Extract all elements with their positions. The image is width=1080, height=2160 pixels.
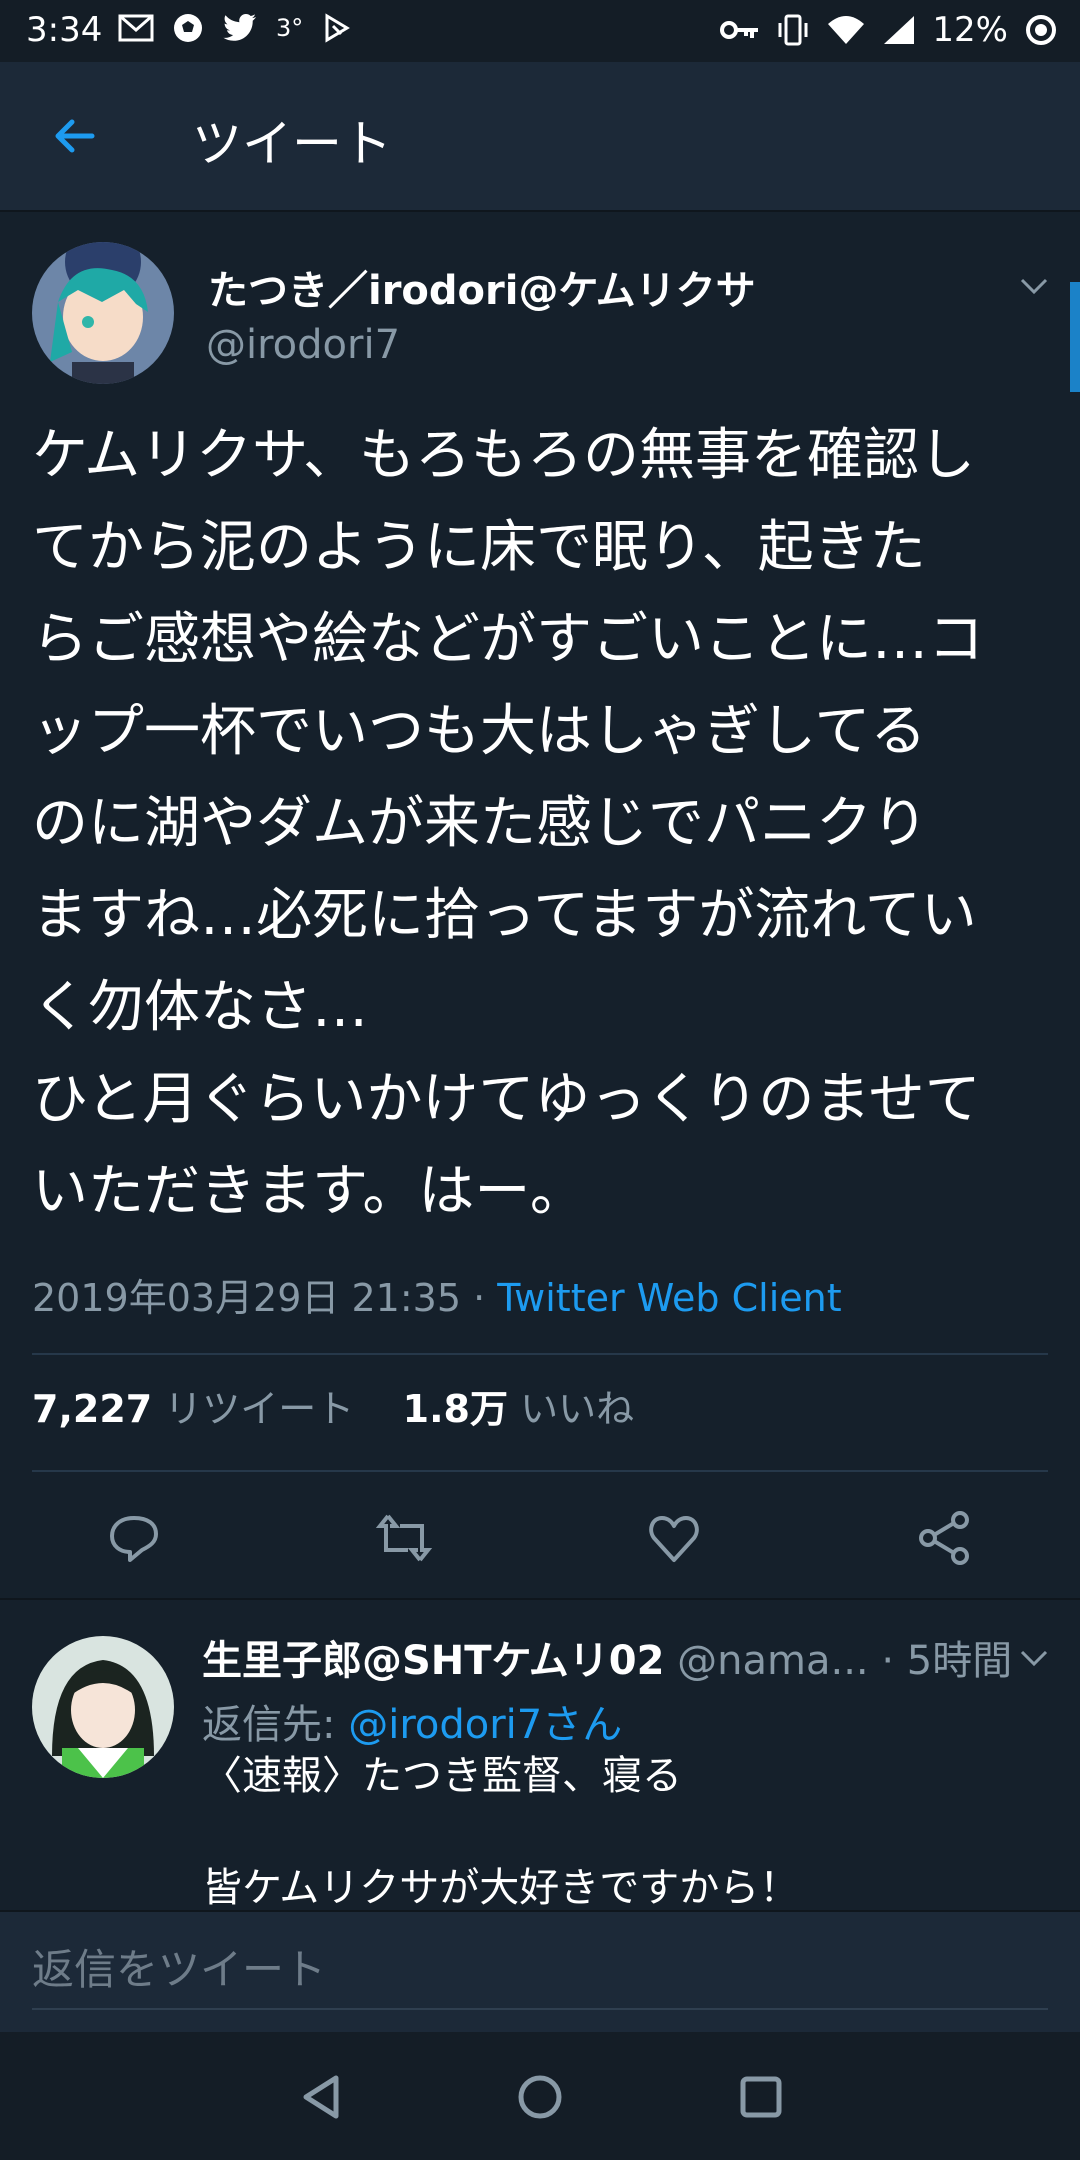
status-time: 3:34 — [26, 10, 103, 50]
app-bar: ツイート — [0, 62, 1080, 212]
nav-home-icon[interactable] — [515, 2072, 565, 2122]
nav-back-icon[interactable] — [296, 2072, 346, 2122]
author-handle[interactable]: @irodori7 — [206, 322, 400, 368]
author-name[interactable]: たつき／irodori@ケムリクサ — [208, 258, 756, 316]
tweet-text: ケムリクサ、もろもろの無事を確認し てから泥のように床で眠り、起きた らご感想や… — [32, 423, 984, 1224]
system-nav-bar — [0, 2032, 1080, 2160]
status-bar: 3:34 3° 12% — [0, 0, 1080, 62]
vibrate-icon — [778, 14, 808, 46]
avatar[interactable] — [32, 242, 174, 384]
gmail-icon — [118, 14, 154, 42]
reply-author-handle[interactable]: @nama... — [677, 1638, 868, 1684]
play-store-icon — [325, 13, 351, 43]
divider — [32, 1470, 1048, 1472]
wifi-icon — [828, 16, 865, 44]
reply-to-user-link[interactable]: @irodori7さん — [348, 1702, 622, 1748]
retweet-count[interactable]: 7,227 — [32, 1387, 152, 1431]
page-title: ツイート — [192, 115, 392, 173]
notification-icons: 3° — [118, 12, 353, 44]
reply-to-prefix: 返信先: — [202, 1702, 349, 1748]
reply-avatar[interactable] — [32, 1636, 174, 1778]
signal-label: 3° — [276, 14, 304, 42]
nav-recents-icon[interactable] — [736, 2072, 786, 2122]
system-icons: 12% — [720, 10, 1058, 50]
reply-author-name[interactable]: 生里子郎@SHTケムリ02 — [202, 1638, 664, 1684]
reply-input[interactable]: 返信をツイート — [32, 1932, 1048, 2010]
tweet-timestamp: 2019年03月29日 21:35 · — [32, 1276, 498, 1320]
section-divider — [0, 1598, 1080, 1600]
reply-icon[interactable] — [104, 1508, 164, 1568]
chevron-down-icon[interactable] — [1018, 1642, 1050, 1674]
scroll-indicator — [1070, 282, 1080, 392]
tweet-stats: 7,227 リツイート 1.8万 いいね — [32, 1378, 634, 1433]
twitter-bird-icon — [223, 14, 256, 41]
retweet-label: リツイート — [164, 1387, 355, 1431]
divider — [32, 1353, 1048, 1355]
tweet-client-link[interactable]: Twitter Web Client — [497, 1276, 841, 1320]
like-label: いいね — [520, 1387, 635, 1431]
share-icon[interactable] — [914, 1508, 974, 1568]
cell-signal-icon — [884, 16, 915, 44]
battery-icon — [1026, 15, 1056, 45]
tweet-actions — [0, 1490, 1080, 1600]
reply-text: 〈速報〉たつき監督、寝る 皆ケムリクサが大好きですから！ — [202, 1753, 800, 1911]
retweet-icon[interactable] — [374, 1508, 434, 1568]
chevron-down-icon[interactable] — [1018, 270, 1050, 302]
tweet-meta: 2019年03月29日 21:35 · Twitter Web Client — [32, 1267, 842, 1322]
like-heart-icon[interactable] — [644, 1508, 704, 1568]
reply-header: 生里子郎@SHTケムリ02 @nama... · 5時間 — [202, 1628, 1012, 1686]
reply-to-line: 返信先: @irodori7さん — [202, 1692, 622, 1750]
reply-time: · 5時間 — [881, 1638, 1013, 1684]
soccer-ball-icon — [174, 14, 202, 42]
like-count[interactable]: 1.8万 — [403, 1387, 508, 1431]
battery-percent: 12% — [932, 10, 1008, 50]
back-arrow-icon[interactable] — [50, 112, 98, 160]
key-icon — [720, 21, 759, 39]
reply-composer: 返信をツイート — [0, 1910, 1080, 2034]
